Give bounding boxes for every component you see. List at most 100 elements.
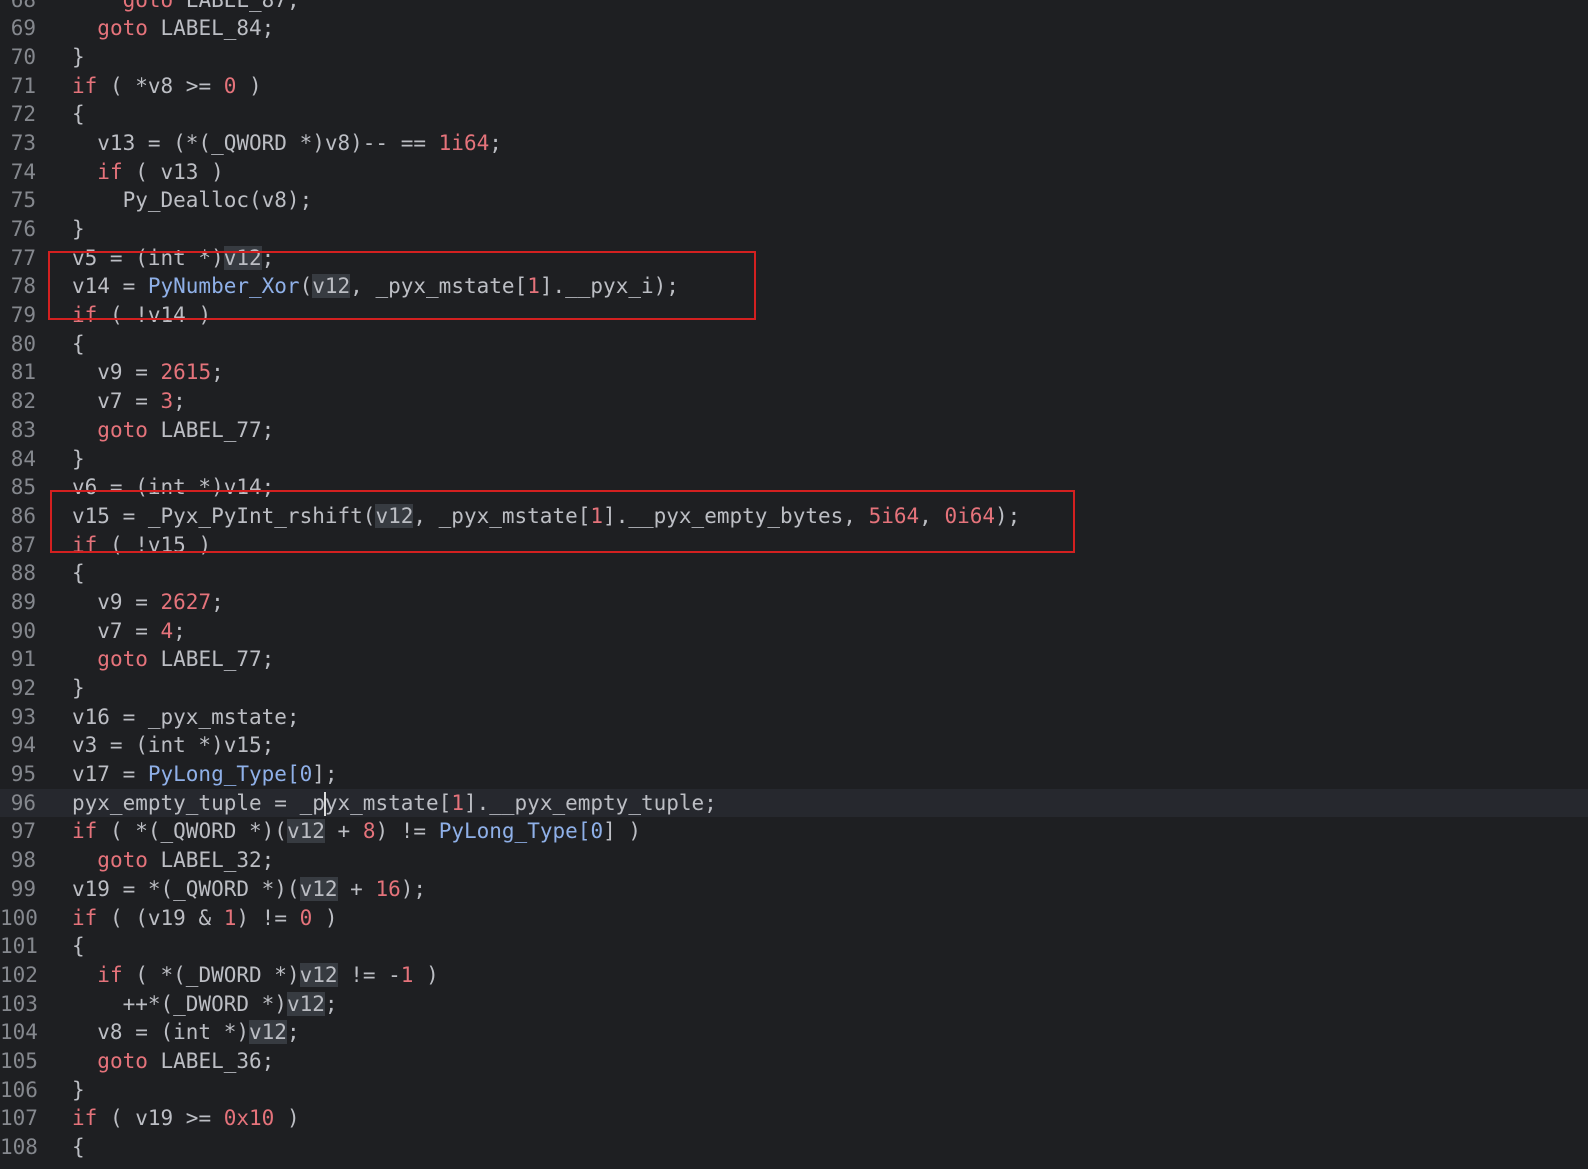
code-line-87[interactable]: 87 if ( !v15 ) bbox=[0, 531, 1588, 560]
code-text[interactable]: { bbox=[72, 100, 85, 129]
code-line-89[interactable]: 89 v9 = 2627; bbox=[0, 588, 1588, 617]
code-text[interactable]: if ( *(_DWORD *)v12 != -1 ) bbox=[72, 961, 439, 990]
code-text[interactable]: if ( v13 ) bbox=[72, 158, 223, 187]
code-text[interactable]: { bbox=[72, 1133, 85, 1162]
code-line-105[interactable]: 105 goto LABEL_36; bbox=[0, 1047, 1588, 1076]
code-line-95[interactable]: 95 v17 = PyLong_Type[0]; bbox=[0, 760, 1588, 789]
text-caret bbox=[323, 791, 326, 816]
line-number: 106 bbox=[0, 1077, 38, 1102]
code-text[interactable]: v16 = _pyx_mstate; bbox=[72, 703, 300, 732]
code-line-98[interactable]: 98 goto LABEL_32; bbox=[0, 846, 1588, 875]
code-line-82[interactable]: 82 v7 = 3; bbox=[0, 387, 1588, 416]
code-text[interactable]: { bbox=[72, 559, 85, 588]
code-line-77[interactable]: 77 v5 = (int *)v12; bbox=[0, 244, 1588, 273]
code-line-101[interactable]: 101 { bbox=[0, 932, 1588, 961]
code-line-102[interactable]: 102 if ( *(_DWORD *)v12 != -1 ) bbox=[0, 961, 1588, 990]
code-line-97[interactable]: 97 if ( *(_QWORD *)(v12 + 8) != PyLong_Ty… bbox=[0, 817, 1588, 846]
code-text[interactable]: } bbox=[72, 445, 85, 474]
line-number: 95 bbox=[10, 762, 36, 787]
code-line-86[interactable]: 86 v15 = _Pyx_PyInt_rshift(v12, _pyx_msta… bbox=[0, 502, 1588, 531]
code-text[interactable]: v15 = _Pyx_PyInt_rshift(v12, _pyx_mstate… bbox=[72, 502, 1020, 531]
code-line-99[interactable]: 99 v19 = *(_QWORD *)(v12 + 16); bbox=[0, 875, 1588, 904]
code-text[interactable]: if ( *(_QWORD *)(v12 + 8) != PyLong_Type… bbox=[72, 817, 641, 846]
code-text[interactable]: pyx_empty_tuple = _pyx_mstate[1].__pyx_e… bbox=[72, 789, 717, 818]
code-line-70[interactable]: 70} bbox=[0, 43, 1588, 72]
code-text[interactable]: goto LABEL_77; bbox=[72, 416, 274, 445]
line-number: 73 bbox=[10, 130, 36, 155]
code-text[interactable]: v7 = 3; bbox=[72, 387, 186, 416]
code-line-80[interactable]: 80 { bbox=[0, 330, 1588, 359]
code-text[interactable]: goto LABEL_87; bbox=[72, 0, 300, 14]
code-view[interactable]: 68 goto LABEL_87;69 goto LABEL_84;70}71i… bbox=[0, 0, 1588, 1162]
line-number: 91 bbox=[10, 647, 36, 672]
code-text[interactable]: goto LABEL_36; bbox=[72, 1047, 274, 1076]
code-text[interactable]: v19 = *(_QWORD *)(v12 + 16); bbox=[72, 875, 426, 904]
code-text[interactable]: v6 = (int *)v14; bbox=[72, 473, 274, 502]
code-line-104[interactable]: 104 v8 = (int *)v12; bbox=[0, 1018, 1588, 1047]
code-line-74[interactable]: 74 if ( v13 ) bbox=[0, 158, 1588, 187]
code-line-78[interactable]: 78 v14 = PyNumber_Xor(v12, _pyx_mstate[1]… bbox=[0, 272, 1588, 301]
code-line-69[interactable]: 69 goto LABEL_84; bbox=[0, 14, 1588, 43]
code-line-76[interactable]: 76} bbox=[0, 215, 1588, 244]
code-text[interactable]: v3 = (int *)v15; bbox=[72, 731, 274, 760]
code-text[interactable]: } bbox=[72, 215, 85, 244]
line-number: 77 bbox=[10, 245, 36, 270]
code-line-81[interactable]: 81 v9 = 2615; bbox=[0, 358, 1588, 387]
code-line-75[interactable]: 75 Py_Dealloc(v8); bbox=[0, 186, 1588, 215]
code-text[interactable]: if ( !v15 ) bbox=[72, 531, 211, 560]
code-text[interactable]: { bbox=[72, 330, 85, 359]
code-text[interactable]: } bbox=[72, 1076, 85, 1105]
code-line-73[interactable]: 73 v13 = (*(_QWORD *)v8)-- == 1i64; bbox=[0, 129, 1588, 158]
code-text[interactable]: goto LABEL_32; bbox=[72, 846, 274, 875]
code-line-79[interactable]: 79 if ( !v14 ) bbox=[0, 301, 1588, 330]
line-number: 78 bbox=[10, 274, 36, 299]
code-text[interactable]: ++*(_DWORD *)v12; bbox=[72, 990, 338, 1019]
code-text[interactable]: goto LABEL_77; bbox=[72, 645, 274, 674]
line-number: 74 bbox=[10, 159, 36, 184]
line-number: 70 bbox=[10, 44, 36, 69]
code-line-88[interactable]: 88 { bbox=[0, 559, 1588, 588]
code-text[interactable]: if ( *v8 >= 0 ) bbox=[72, 72, 262, 101]
code-text[interactable]: v8 = (int *)v12; bbox=[72, 1018, 300, 1047]
line-number: 87 bbox=[10, 532, 36, 557]
line-number: 80 bbox=[10, 331, 36, 356]
code-line-92[interactable]: 92} bbox=[0, 674, 1588, 703]
code-editor[interactable]: 68 goto LABEL_87;69 goto LABEL_84;70}71i… bbox=[0, 0, 1588, 1169]
code-line-85[interactable]: 85 v6 = (int *)v14; bbox=[0, 473, 1588, 502]
code-text[interactable]: if ( !v14 ) bbox=[72, 301, 211, 330]
code-text[interactable]: v14 = PyNumber_Xor(v12, _pyx_mstate[1]._… bbox=[72, 272, 679, 301]
code-line-100[interactable]: 100 if ( (v19 & 1) != 0 ) bbox=[0, 904, 1588, 933]
code-line-107[interactable]: 107 if ( v19 >= 0x10 ) bbox=[0, 1104, 1588, 1133]
code-text[interactable]: goto LABEL_84; bbox=[72, 14, 274, 43]
code-line-68[interactable]: 68 goto LABEL_87; bbox=[0, 0, 1588, 14]
code-text[interactable]: } bbox=[72, 43, 85, 72]
code-line-103[interactable]: 103 ++*(_DWORD *)v12; bbox=[0, 990, 1588, 1019]
line-number: 79 bbox=[10, 303, 36, 328]
code-text[interactable]: } bbox=[72, 674, 85, 703]
code-text[interactable]: v5 = (int *)v12; bbox=[72, 244, 274, 273]
code-text[interactable]: Py_Dealloc(v8); bbox=[72, 186, 313, 215]
code-line-84[interactable]: 84} bbox=[0, 445, 1588, 474]
code-text[interactable]: v17 = PyLong_Type[0]; bbox=[72, 760, 338, 789]
code-text[interactable]: if ( v19 >= 0x10 ) bbox=[72, 1104, 300, 1133]
code-line-94[interactable]: 94 v3 = (int *)v15; bbox=[0, 731, 1588, 760]
code-line-90[interactable]: 90 v7 = 4; bbox=[0, 617, 1588, 646]
code-line-91[interactable]: 91 goto LABEL_77; bbox=[0, 645, 1588, 674]
line-number: 92 bbox=[10, 676, 36, 700]
line-number: 107 bbox=[0, 1106, 38, 1131]
line-number: 72 bbox=[10, 102, 36, 127]
code-line-108[interactable]: 108 { bbox=[0, 1133, 1588, 1162]
code-line-72[interactable]: 72 { bbox=[0, 100, 1588, 129]
code-text[interactable]: if ( (v19 & 1) != 0 ) bbox=[72, 904, 338, 933]
code-line-93[interactable]: 93 v16 = _pyx_mstate; bbox=[0, 703, 1588, 732]
code-text[interactable]: v13 = (*(_QWORD *)v8)-- == 1i64; bbox=[72, 129, 502, 158]
code-text[interactable]: v9 = 2615; bbox=[72, 358, 223, 387]
code-text[interactable]: v7 = 4; bbox=[72, 617, 186, 646]
code-line-71[interactable]: 71 if ( *v8 >= 0 ) bbox=[0, 72, 1588, 101]
code-text[interactable]: { bbox=[72, 932, 85, 961]
code-line-106[interactable]: 106} bbox=[0, 1076, 1588, 1105]
code-line-83[interactable]: 83 goto LABEL_77; bbox=[0, 416, 1588, 445]
code-text[interactable]: v9 = 2627; bbox=[72, 588, 223, 617]
code-line-96[interactable]: 96 pyx_empty_tuple = _pyx_mstate[1].__pyx… bbox=[0, 788, 1588, 818]
line-number: 85 bbox=[10, 475, 36, 500]
